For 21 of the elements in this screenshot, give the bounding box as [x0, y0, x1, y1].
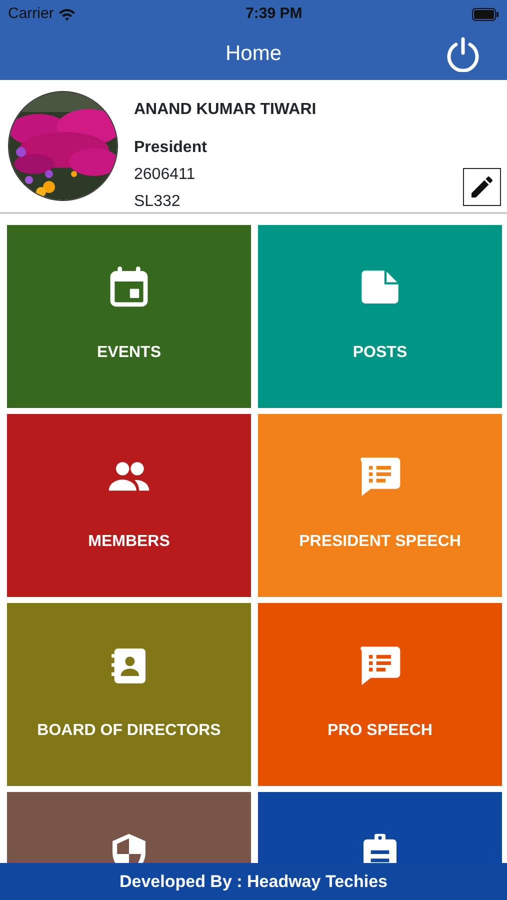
status-time: 7:39 PM	[246, 4, 302, 24]
battery-icon	[472, 8, 499, 20]
developer-credit: Developed By : Headway Techies	[0, 863, 507, 900]
club-code: SL332	[134, 192, 182, 212]
menu-tile[interactable]: MEMBERS	[7, 414, 251, 597]
header-title: Home	[225, 41, 282, 68]
menu-tile[interactable]	[258, 792, 502, 864]
carrier-label: Carrier	[8, 4, 54, 24]
member-name: ANAND KUMAR TIWARI	[134, 100, 316, 120]
menu-tile[interactable]: EVENTS	[7, 225, 251, 408]
power-icon	[445, 36, 481, 72]
member-number: 2606411	[134, 165, 196, 185]
member-role: President	[134, 138, 208, 158]
menu-tile[interactable]	[7, 792, 251, 864]
menu-tile[interactable]: POSTS	[258, 225, 502, 408]
power-button[interactable]	[445, 36, 481, 72]
menu-tile[interactable]: PRO SPEECH	[258, 603, 502, 786]
edit-button[interactable]	[463, 168, 501, 206]
menu-tile[interactable]: PRESIDENT SPEECH	[258, 414, 502, 597]
wifi-icon	[58, 8, 76, 20]
menu-tile[interactable]: BOARD OF DIRECTORS	[7, 603, 251, 786]
